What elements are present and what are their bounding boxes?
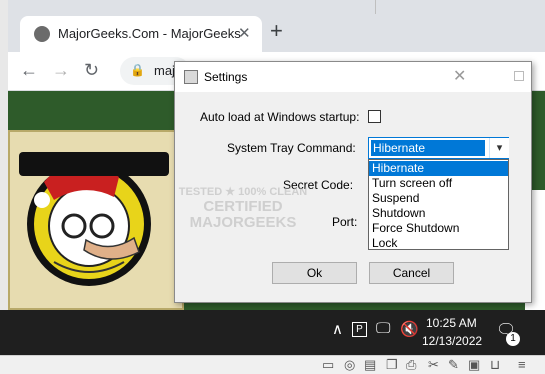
bag-icon[interactable]: ⊔ [490, 357, 500, 373]
tray-command-label: System Tray Command: [227, 141, 356, 155]
circle-icon[interactable]: ◎ [344, 357, 355, 373]
forward-icon[interactable]: → [52, 60, 70, 81]
volume-muted-icon[interactable]: 🔇 [400, 320, 419, 338]
autoload-label: Auto load at Windows startup: [200, 110, 360, 124]
background-window-edge [0, 0, 8, 310]
dropdown-option-hibernate[interactable]: Hibernate [369, 161, 508, 176]
tray-command-dropdown: Hibernate Turn screen off Suspend Shutdo… [368, 159, 509, 250]
reload-icon[interactable]: ↻ [84, 60, 99, 81]
cut-icon[interactable]: ✂ [428, 357, 439, 373]
print-icon[interactable]: ⎙ [406, 357, 416, 373]
tab-title: MajorGeeks.Com - MajorGeeks [58, 26, 241, 41]
notification-badge: 1 [506, 332, 520, 346]
close-icon[interactable]: ✕ [453, 66, 466, 86]
save-icon[interactable]: ▭ [322, 357, 334, 373]
port-label: Port: [332, 215, 358, 229]
windows-taskbar: ∧ P 🖵 🔇 10:25 AM 12/13/2022 🗨 1 [0, 310, 545, 355]
tab-close-icon[interactable]: ✕ [238, 24, 251, 42]
browser-tab-strip: MajorGeeks.Com - MajorGeeks ✕ + [8, 0, 545, 52]
lock-icon: 🔒 [130, 63, 145, 77]
chevron-up-icon[interactable]: ∧ [332, 320, 343, 338]
drive-icon[interactable]: ▣ [468, 357, 480, 373]
dialog-titlebar[interactable]: Settings ✕ [175, 62, 531, 92]
tray-command-select[interactable]: Hibernate ▾ [368, 137, 509, 159]
clock-date[interactable]: 12/13/2022 [422, 334, 482, 348]
back-icon[interactable]: ← [20, 60, 38, 81]
new-tab-icon[interactable]: + [270, 20, 283, 42]
watermark-line-3: MAJORGEEKS [189, 214, 297, 231]
app-tray-icon[interactable]: P [352, 322, 367, 337]
chevron-down-icon[interactable]: ▾ [489, 138, 509, 158]
window-control-divider [375, 0, 376, 14]
network-icon[interactable]: 🖵 [376, 320, 390, 337]
dropdown-option-turn-screen-off[interactable]: Turn screen off [369, 176, 508, 191]
majorgeeks-logo [19, 152, 169, 286]
dialog-title: Settings [204, 70, 248, 84]
certified-watermark: TESTED ★ 100% CLEAN CERTIFIED MAJORGEEKS [178, 186, 308, 270]
dropdown-option-shutdown[interactable]: Shutdown [369, 206, 508, 221]
settings-icon[interactable]: ≡ [518, 357, 526, 372]
brush-icon[interactable]: ✎ [448, 357, 459, 373]
copy-icon[interactable]: ❐ [386, 357, 398, 373]
bottom-icon-strip: ▭ ◎ ▤ ❐ ⎙ ✂ ✎ ▣ ⊔ ≡ [0, 355, 545, 374]
cancel-button[interactable]: Cancel [369, 262, 454, 284]
clock-time[interactable]: 10:25 AM [426, 316, 477, 330]
disk-icon[interactable]: ▤ [364, 357, 376, 373]
address-text: maj [154, 63, 175, 78]
dropdown-option-force-shutdown[interactable]: Force Shutdown [369, 221, 508, 236]
tray-command-value: Hibernate [371, 140, 485, 156]
dropdown-option-lock[interactable]: Lock [369, 236, 508, 251]
watermark-line-2: CERTIFIED [203, 198, 283, 215]
site-favicon-icon [34, 26, 50, 42]
app-icon [184, 70, 198, 84]
browser-tab[interactable]: MajorGeeks.Com - MajorGeeks ✕ [20, 16, 262, 52]
autoload-checkbox[interactable] [368, 110, 381, 123]
dropdown-option-suspend[interactable]: Suspend [369, 191, 508, 206]
maximize-icon[interactable] [514, 71, 524, 81]
